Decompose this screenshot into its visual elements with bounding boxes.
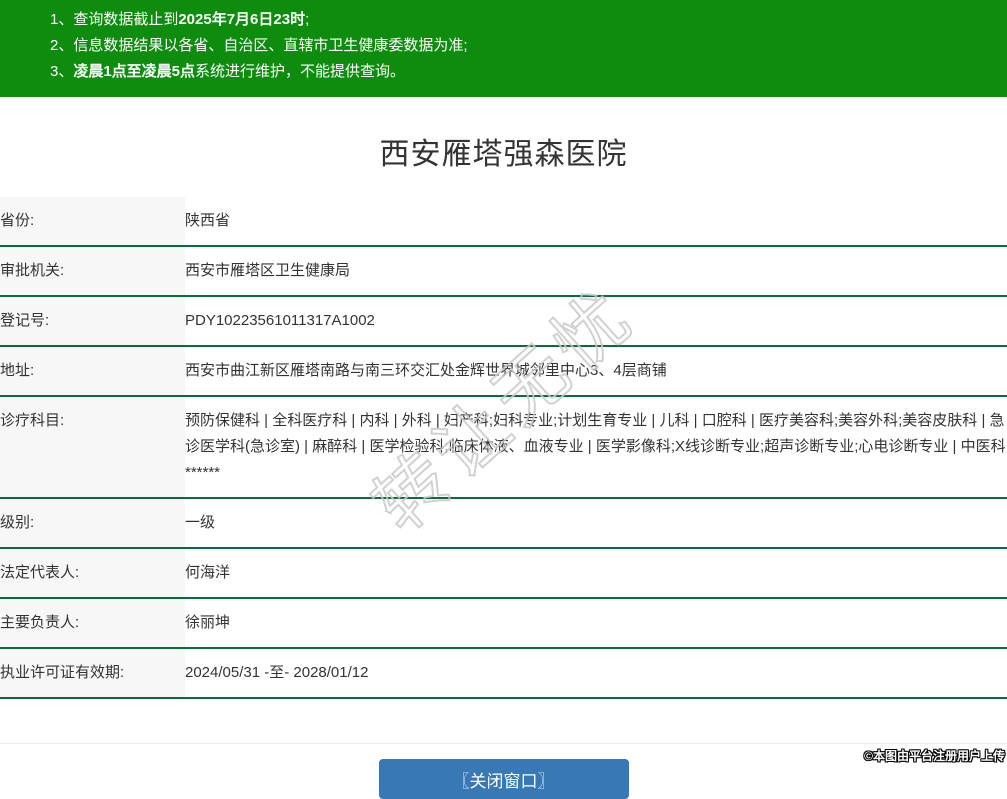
footer-divider: [0, 743, 1007, 744]
field-label: 执业许可证有效期:: [0, 648, 185, 699]
field-value: 西安市曲江新区雁塔南路与南三环交汇处金辉世界城邻里中心3、4层商铺: [185, 346, 1007, 397]
field-label: 法定代表人:: [0, 548, 185, 599]
field-label: 审批机关:: [0, 246, 185, 297]
field-label: 登记号:: [0, 296, 185, 347]
field-label: 诊疗科目:: [0, 396, 185, 499]
notice-text: 系统进行维护，不能提供查询。: [195, 63, 406, 80]
notice-bar: 1、查询数据截止到2025年7月6日23时; 2、信息数据结果以各省、自治区、直…: [0, 0, 1007, 97]
notice-line: 1、查询数据截止到2025年7月6日23时;: [50, 7, 997, 33]
table-row-address: 地址: 西安市曲江新区雁塔南路与南三环交汇处金辉世界城邻里中心3、4层商铺: [0, 346, 1007, 397]
notice-text: 1、查询数据截止到: [50, 11, 179, 28]
table-row-approval-authority: 审批机关: 西安市雁塔区卫生健康局: [0, 246, 1007, 297]
notice-text-bold: 凌晨1点至凌晨5点: [73, 63, 196, 80]
field-value: 徐丽坤: [185, 598, 1007, 649]
close-window-button[interactable]: 〖关闭窗口〗: [378, 759, 629, 799]
table-row-license-validity: 执业许可证有效期: 2024/05/31 -至- 2028/01/12: [0, 648, 1007, 699]
field-value: PDY10223561011317A1002: [185, 296, 1007, 347]
table-row-registration-number: 登记号: PDY10223561011317A1002: [0, 296, 1007, 347]
field-value: 西安市雁塔区卫生健康局: [185, 246, 1007, 297]
field-value: 一级: [185, 498, 1007, 549]
field-label: 级别:: [0, 498, 185, 549]
field-label: 地址:: [0, 346, 185, 397]
notice-text: 2、信息数据结果以各省、自治区、直辖市卫生健康委数据为准;: [50, 37, 468, 54]
field-value: 2024/05/31 -至- 2028/01/12: [185, 648, 1007, 699]
field-label: 省份:: [0, 197, 185, 247]
table-row-departments: 诊疗科目: 预防保健科 | 全科医疗科 | 内科 | 外科 | 妇产科;妇科专业…: [0, 396, 1007, 499]
table-row-main-responsible-person: 主要负责人: 徐丽坤: [0, 598, 1007, 649]
notice-text: 3、: [50, 63, 74, 80]
table-row-level: 级别: 一级: [0, 498, 1007, 549]
table-row-legal-representative: 法定代表人: 何海洋: [0, 548, 1007, 599]
field-value: 预防保健科 | 全科医疗科 | 内科 | 外科 | 妇产科;妇科专业;计划生育专…: [185, 396, 1007, 499]
hospital-info-table: 省份: 陕西省 审批机关: 西安市雁塔区卫生健康局 登记号: PDY102235…: [0, 197, 1007, 699]
field-label: 主要负责人:: [0, 598, 185, 649]
notice-line: 3、凌晨1点至凌晨5点系统进行维护，不能提供查询。: [50, 59, 997, 85]
field-value: 陕西省: [185, 197, 1007, 247]
notice-text-bold: 2025年7月6日23时: [178, 11, 306, 28]
notice-text: ;: [305, 11, 310, 28]
page-title: 西安雁塔强森医院: [379, 138, 628, 171]
attribution-text: ©本图由平台注册用户上传: [864, 749, 1005, 763]
table-row-province: 省份: 陕西省: [0, 197, 1007, 247]
field-value: 何海洋: [185, 548, 1007, 599]
notice-line: 2、信息数据结果以各省、自治区、直辖市卫生健康委数据为准;: [50, 33, 997, 59]
